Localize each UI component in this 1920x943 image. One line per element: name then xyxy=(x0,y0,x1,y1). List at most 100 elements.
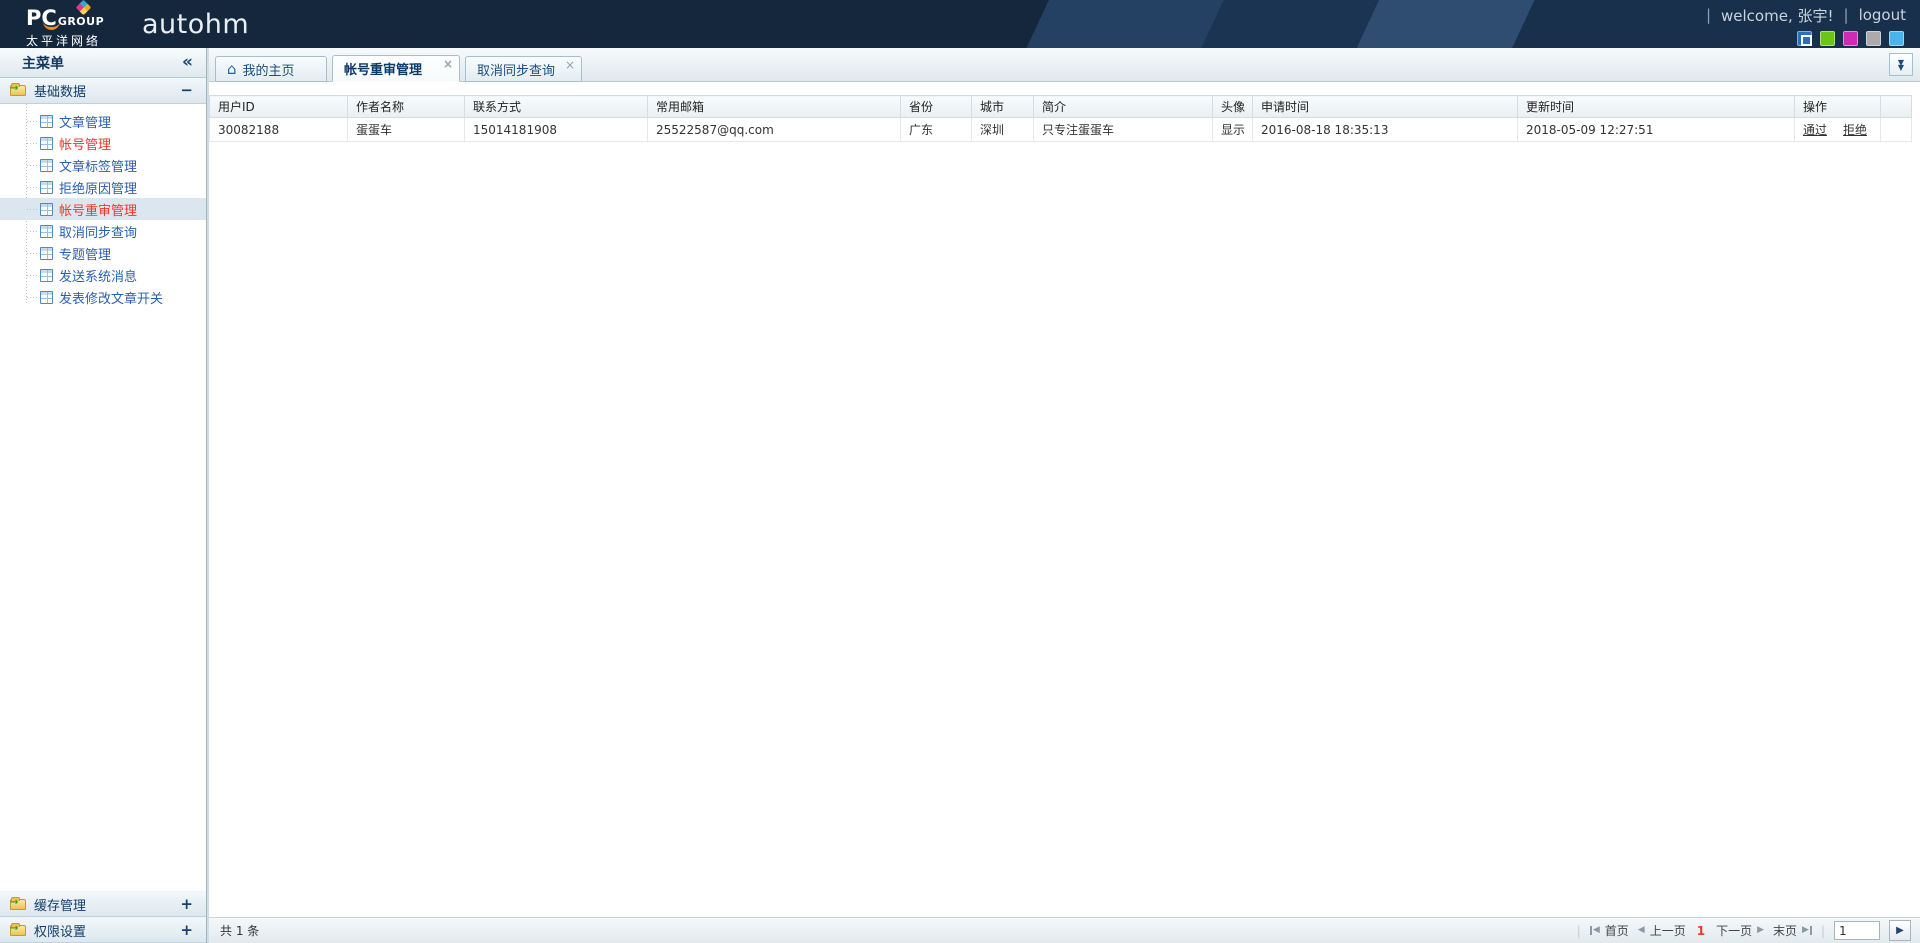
sidebar-menu-tree: 文章管理 帐号管理 文章标签管理 拒绝原因管理 帐号重审管理 取消同步查询 xyxy=(0,104,206,318)
expand-plus-icon[interactable]: + xyxy=(180,923,193,938)
cell-actions: 通过 拒绝 xyxy=(1795,118,1881,142)
sidebar-item-label: 帐号管理 xyxy=(59,134,111,153)
separator: | xyxy=(1821,924,1825,938)
chevron-down-icon: ▼ xyxy=(1898,65,1904,70)
table-header-row: 用户ID 作者名称 联系方式 常用邮箱 省份 城市 简介 头像 申请时间 更新时… xyxy=(210,96,1912,118)
sidebar-item-publish-edit-switch[interactable]: 发表修改文章开关 xyxy=(0,286,206,308)
tab-label: 我的主页 xyxy=(243,60,295,79)
table-icon xyxy=(40,247,53,260)
cell-province: 广东 xyxy=(901,118,972,142)
app-header: PCGROUP 太平洋网络 autohm | welcome, 张宇! | lo… xyxy=(0,0,1920,48)
folder-icon xyxy=(10,85,26,96)
table-icon xyxy=(40,181,53,194)
logo-subtitle: 太平洋网络 xyxy=(26,32,118,48)
main-area: ⌂ 我的主页 帐号重审管理 × 取消同步查询 × ▼ ▼ xyxy=(209,48,1920,943)
theme-blue-swatch[interactable] xyxy=(1797,31,1812,46)
datagrid-panel: 用户ID 作者名称 联系方式 常用邮箱 省份 城市 简介 头像 申请时间 更新时… xyxy=(209,82,1920,917)
last-page-button[interactable]: 末页 ▶ xyxy=(1773,922,1812,939)
sidebar-collapse-icon[interactable]: « xyxy=(182,54,193,71)
pcgroup-logo: PCGROUP 太平洋网络 xyxy=(26,0,118,48)
sidebar-section-basic-data[interactable]: 基础数据 − xyxy=(0,78,206,104)
approve-link[interactable]: 通过 xyxy=(1803,123,1827,137)
sidebar-section-permission-settings[interactable]: 权限设置 + xyxy=(0,917,206,943)
table-icon xyxy=(40,203,53,216)
table-icon xyxy=(40,137,53,150)
total-count: 共 1 条 xyxy=(220,922,259,939)
sidebar-item-send-system-message[interactable]: 发送系统消息 xyxy=(0,264,206,286)
separator: | xyxy=(1577,924,1581,938)
sidebar-item-account-review-mgmt[interactable]: 帐号重审管理 xyxy=(0,198,206,220)
account-review-table: 用户ID 作者名称 联系方式 常用邮箱 省份 城市 简介 头像 申请时间 更新时… xyxy=(209,95,1912,142)
tab-cancel-sync-query[interactable]: 取消同步查询 × xyxy=(465,56,582,82)
expand-plus-icon[interactable]: + xyxy=(180,897,193,912)
section-label: 基础数据 xyxy=(34,81,86,100)
sidebar-item-reject-reason-mgmt[interactable]: 拒绝原因管理 xyxy=(0,176,206,198)
tab-my-homepage[interactable]: ⌂ 我的主页 xyxy=(215,56,327,82)
brand-area: PCGROUP 太平洋网络 autohm xyxy=(26,0,249,48)
table-icon xyxy=(40,225,53,238)
status-bar: 共 1 条 | ◀ 首页 ◀ 上一页 1 下一页 ▶ 末页 ▶ xyxy=(209,917,1920,943)
col-contact: 联系方式 xyxy=(465,96,648,118)
reject-link[interactable]: 拒绝 xyxy=(1843,123,1867,137)
logout-link[interactable]: logout xyxy=(1859,6,1906,24)
tab-bar: ⌂ 我的主页 帐号重审管理 × 取消同步查询 × ▼ ▼ xyxy=(209,48,1920,82)
sidebar-item-label: 拒绝原因管理 xyxy=(59,178,137,197)
tab-account-review-mgmt[interactable]: 帐号重审管理 × xyxy=(332,55,460,82)
section-label: 缓存管理 xyxy=(34,895,86,914)
first-page-button[interactable]: ◀ 首页 xyxy=(1590,922,1629,939)
close-icon[interactable]: × xyxy=(565,59,575,71)
theme-magenta-swatch[interactable] xyxy=(1843,31,1858,46)
table-row: 30082188 蛋蛋车 15014181908 25522587@qq.com… xyxy=(210,118,1912,142)
cell-city: 深圳 xyxy=(972,118,1034,142)
go-to-page-button[interactable]: ▶ xyxy=(1889,920,1911,941)
first-page-icon: ◀ xyxy=(1590,926,1600,935)
separator: | xyxy=(1844,6,1849,24)
go-arrow-icon: ▶ xyxy=(1896,925,1904,936)
sidebar-item-topic-mgmt[interactable]: 专题管理 xyxy=(0,242,206,264)
logo-pc-text: PC xyxy=(26,8,57,29)
current-page-number: 1 xyxy=(1695,924,1707,938)
col-email: 常用邮箱 xyxy=(648,96,901,118)
cell-email: 25522587@qq.com xyxy=(648,118,901,142)
welcome-text: welcome, 张宇! xyxy=(1721,5,1833,26)
table-icon xyxy=(40,269,53,282)
theme-gray-swatch[interactable] xyxy=(1866,31,1881,46)
table-icon xyxy=(40,291,53,304)
section-label: 权限设置 xyxy=(34,921,86,940)
table-icon xyxy=(40,115,53,128)
theme-switcher xyxy=(1797,31,1906,46)
cell-update-time: 2018-05-09 12:27:51 xyxy=(1518,118,1795,142)
col-province: 省份 xyxy=(901,96,972,118)
theme-green-swatch[interactable] xyxy=(1820,31,1835,46)
app-name: autohm xyxy=(142,9,249,40)
sidebar-title: 主菜单 xyxy=(22,53,64,73)
folder-icon xyxy=(10,925,26,936)
last-page-icon: ▶ xyxy=(1802,926,1812,935)
home-icon: ⌂ xyxy=(227,62,237,77)
sidebar-item-account-mgmt[interactable]: 帐号管理 xyxy=(0,132,206,154)
sidebar-item-label: 文章管理 xyxy=(59,112,111,131)
col-author-name: 作者名称 xyxy=(348,96,465,118)
sidebar-item-label: 发送系统消息 xyxy=(59,266,137,285)
sidebar-title-bar: 主菜单 « xyxy=(0,48,206,78)
cell-author-name: 蛋蛋车 xyxy=(348,118,465,142)
sidebar-section-cache-mgmt[interactable]: 缓存管理 + xyxy=(0,891,206,917)
sidebar-item-article-tag-mgmt[interactable]: 文章标签管理 xyxy=(0,154,206,176)
pagination: | ◀ 首页 ◀ 上一页 1 下一页 ▶ 末页 ▶ | xyxy=(1577,920,1911,941)
collapse-minus-icon[interactable]: − xyxy=(180,83,193,98)
theme-skyblue-swatch[interactable] xyxy=(1889,31,1904,46)
close-icon[interactable]: × xyxy=(443,58,453,70)
col-user-id: 用户ID xyxy=(210,96,348,118)
table-icon xyxy=(40,159,53,172)
tab-label: 取消同步查询 xyxy=(477,60,555,79)
col-city: 城市 xyxy=(972,96,1034,118)
sidebar: 主菜单 « 基础数据 − 文章管理 帐号管理 文章标签管理 拒绝原因管理 xyxy=(0,48,207,943)
next-page-icon: ▶ xyxy=(1757,926,1764,935)
tab-overflow-button[interactable]: ▼ ▼ xyxy=(1889,53,1913,76)
prev-page-button[interactable]: ◀ 上一页 xyxy=(1638,922,1686,939)
sidebar-item-article-mgmt[interactable]: 文章管理 xyxy=(0,110,206,132)
cell-intro: 只专注蛋蛋车 xyxy=(1034,118,1213,142)
next-page-button[interactable]: 下一页 ▶ xyxy=(1716,922,1764,939)
page-number-input[interactable] xyxy=(1834,921,1880,940)
sidebar-item-cancel-sync-query[interactable]: 取消同步查询 xyxy=(0,220,206,242)
